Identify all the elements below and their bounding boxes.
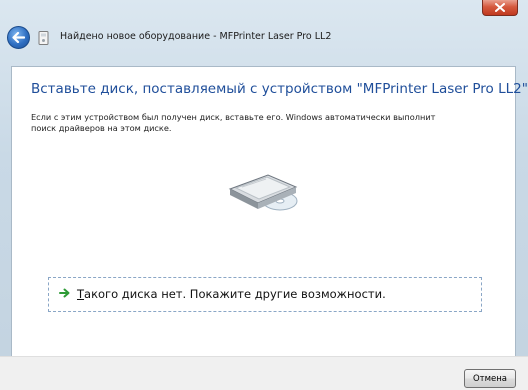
window-title: Найдено новое оборудование - MFPrinter L… bbox=[60, 31, 332, 42]
button-bar: Отмена bbox=[0, 356, 528, 390]
close-icon bbox=[495, 3, 505, 12]
instruction-text: Если с этим устройством был получен диск… bbox=[31, 112, 436, 133]
scanner-cd-icon bbox=[228, 174, 298, 211]
device-icon bbox=[38, 31, 49, 45]
close-button[interactable] bbox=[482, 0, 518, 16]
option-label-rest: акого диска нет. Покажите другие возможн… bbox=[84, 287, 386, 301]
green-arrow-icon bbox=[59, 288, 70, 298]
dialog-window: Найдено новое оборудование - MFPrinter L… bbox=[0, 0, 528, 390]
no-disk-option[interactable]: Такого диска нет. Покажите другие возмож… bbox=[48, 277, 482, 312]
back-button[interactable] bbox=[7, 26, 30, 49]
title-bar: Найдено новое оборудование - MFPrinter L… bbox=[0, 22, 528, 56]
back-arrow-icon bbox=[12, 32, 25, 43]
cancel-button[interactable]: Отмена bbox=[464, 369, 516, 388]
page-heading: Вставьте диск, поставляемый с устройство… bbox=[31, 81, 528, 97]
no-disk-option-label: Такого диска нет. Покажите другие возмож… bbox=[77, 287, 386, 301]
content-panel: Вставьте диск, поставляемый с устройство… bbox=[11, 66, 528, 358]
access-key-letter: Т bbox=[77, 287, 85, 301]
